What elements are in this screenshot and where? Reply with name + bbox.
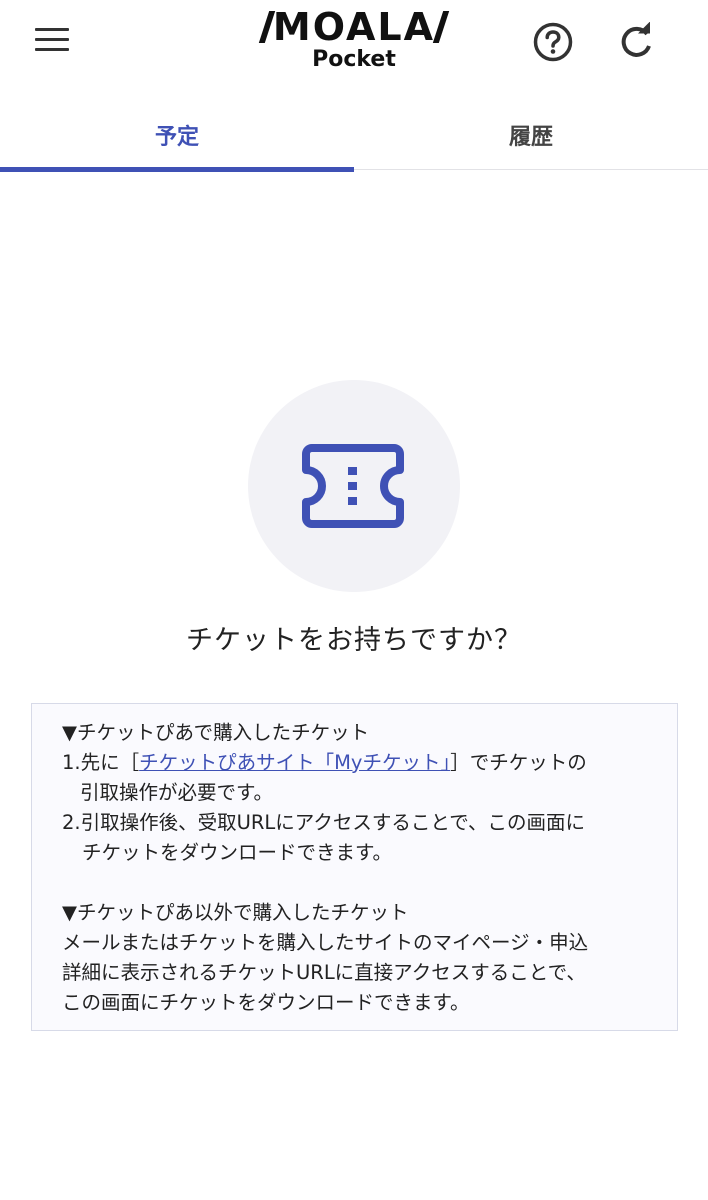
section2-line3: この画面にチケットをダウンロードできます。 [62,991,470,1014]
logo-main: MOALA [254,6,454,48]
my-ticket-link[interactable]: チケットぴあサイト「Myチケット」 [139,751,450,774]
step2-line1: 2.引取操作後、受取URLにアクセスすることで、この画面に [62,811,585,834]
section2-heading: ▼チケットぴあ以外で購入したチケット [62,901,409,924]
tab-bar: 予定 履歴 [0,108,708,172]
logo-sub: Pocket [312,47,396,72]
hamburger-menu-icon[interactable] [34,26,74,54]
step1-line2: 引取操作が必要です。 [80,781,274,804]
tab-history[interactable]: 履歴 [354,108,708,170]
tab-scheduled[interactable]: 予定 [0,108,354,172]
ticket-icon-circle [248,380,460,592]
empty-state-question: チケットをお持ちですか？ [186,625,522,656]
step1-prefix: 1.先に［ [62,751,140,774]
step1-line1: 1.先に［チケットぴあサイト「Myチケット」］でチケットの [62,748,651,778]
refresh-icon[interactable] [616,21,656,62]
section2-line2: 詳細に表示されるチケットURLに直接アクセスすることで、 [62,961,586,984]
info-box: ▼チケットぴあで購入したチケット 1.先に［チケットぴあサイト「Myチケット」］… [31,703,678,1031]
app-header: MOALA Pocket [0,0,708,96]
logo: MOALA Pocket [254,6,454,76]
ticket-icon [302,444,404,528]
help-circle-icon[interactable] [532,21,574,63]
section2-line1: メールまたはチケットを購入したサイトのマイページ・申込 [62,931,589,954]
step1-suffix: ］でチケットの [450,751,587,774]
section1-heading: ▼チケットぴあで購入したチケット [62,721,370,744]
step2-line2: チケットをダウンロードできます。 [82,841,393,864]
